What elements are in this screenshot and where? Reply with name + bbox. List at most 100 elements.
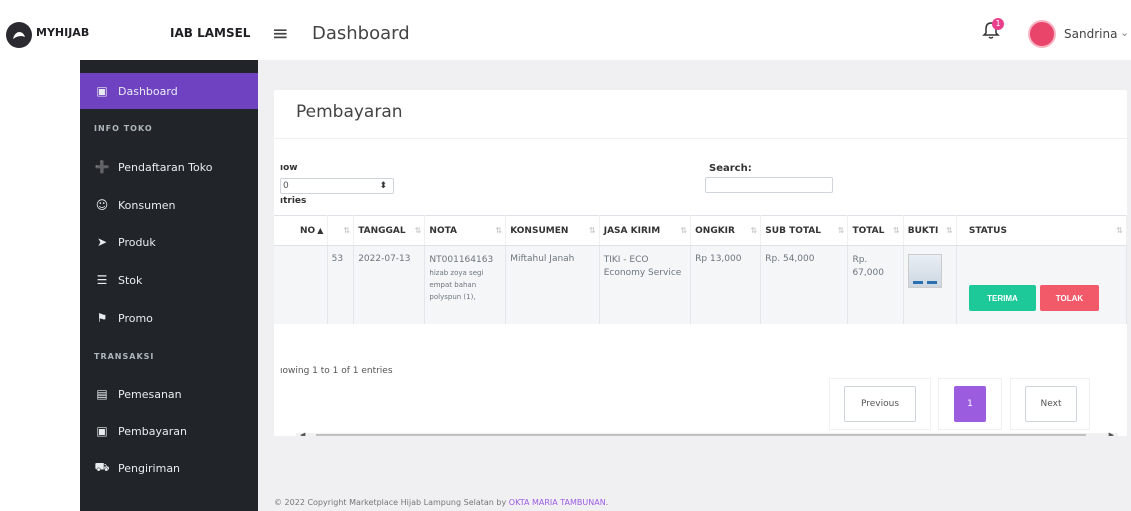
cell-id: 53 xyxy=(327,245,355,324)
sidebar-item-label: Promo xyxy=(118,311,153,325)
reject-button[interactable]: TOLAK xyxy=(1040,285,1099,311)
scrollbar-thumb[interactable] xyxy=(316,434,1086,436)
sidebar-item-pengiriman[interactable]: ⛟ Pengiriman xyxy=(80,450,258,486)
sidebar: ▣ Dashboard INFO TOKO ➕ Pendaftaran Toko… xyxy=(80,60,258,511)
scroll-left-icon[interactable]: ◀ xyxy=(300,431,305,436)
sidebar-item-konsumen[interactable]: ☺ Konsumen xyxy=(80,187,258,223)
notification-badge: 1 xyxy=(992,18,1004,30)
footer-suffix: . xyxy=(605,498,609,507)
page-title: Dashboard xyxy=(312,23,410,44)
pagination-current-wrap: 1 xyxy=(938,378,1002,430)
promo-icon: ⚑ xyxy=(96,311,108,325)
sidebar-item-promo[interactable]: ⚑ Promo xyxy=(80,300,258,336)
footer: © 2022 Copyright Marketplace Hijab Lampu… xyxy=(274,498,608,507)
sort-icon: ⇅ xyxy=(680,226,688,235)
sort-icon: ⇅ xyxy=(750,226,758,235)
cell-nota: NT001164163 hizab zoya segi empat bahan … xyxy=(424,245,507,324)
id-card-icon: ▣ xyxy=(96,84,108,98)
sort-icon: ⇅ xyxy=(343,226,351,235)
nota-id: NT001164163 xyxy=(429,255,494,265)
horizontal-scrollbar[interactable]: ◀ ▶ xyxy=(296,431,1118,436)
column-header-sub-total[interactable]: SUB TOTAL ⇅ xyxy=(760,215,849,246)
user-name[interactable]: Sandrina xyxy=(1064,27,1117,41)
sort-asc-icon: ▲ xyxy=(317,225,324,235)
sidebar-item-stok[interactable]: ☰ Stok xyxy=(80,262,258,298)
divider xyxy=(274,138,1127,139)
column-header-bukti[interactable]: BUKTI ⇅ xyxy=(903,215,957,246)
column-header-no[interactable]: NO ▲ xyxy=(274,215,328,246)
sidebar-item-pemesanan[interactable]: ▤ Pemesanan xyxy=(80,376,258,412)
column-header-konsumen[interactable]: KONSUMEN ⇅ xyxy=(505,215,600,246)
sidebar-section-transaksi: TRANSAKSI xyxy=(94,352,155,361)
sidebar-section-info-toko: INFO TOKO xyxy=(94,124,153,133)
brand-name-suffix: IAB LAMSEL xyxy=(170,26,251,40)
cell-konsumen: Miftahul Janah xyxy=(505,245,600,324)
notification-bell-icon[interactable]: 1 xyxy=(982,18,1006,45)
receipt-image-icon[interactable] xyxy=(907,254,942,288)
sidebar-item-label: Konsumen xyxy=(118,198,176,212)
chevron-down-icon[interactable]: ⌄ xyxy=(1120,26,1129,39)
entries-select-value: 0 xyxy=(283,181,289,191)
footer-text: © 2022 Copyright Marketplace Hijab Lampu… xyxy=(274,498,509,507)
sidebar-item-dashboard[interactable]: ▣ Dashboard xyxy=(80,73,258,109)
entries-select[interactable]: 0 ⬍ xyxy=(280,178,394,194)
sort-icon: ⇅ xyxy=(1116,226,1123,235)
cell-jasa-kirim: TIKI - ECO Economy Service xyxy=(599,245,692,324)
show-label: ıow xyxy=(280,163,298,173)
sidebar-item-label: Pemesanan xyxy=(118,387,182,401)
pagination-next-button[interactable]: Next xyxy=(1025,386,1077,422)
sidebar-item-label: Pembayaran xyxy=(118,424,187,438)
scroll-right-icon[interactable]: ▶ xyxy=(1109,431,1114,436)
pagination-next-wrap: Next xyxy=(1010,378,1090,430)
search-input[interactable] xyxy=(705,177,833,193)
pagination-previous-button[interactable]: Previous xyxy=(844,386,916,422)
pagination-page-1[interactable]: 1 xyxy=(954,386,986,422)
sidebar-item-pembayaran[interactable]: ▣ Pembayaran xyxy=(80,413,258,449)
brand-name[interactable]: MYHIJAB xyxy=(36,26,89,39)
column-header-jasa-kirim[interactable]: JASA KIRIM ⇅ xyxy=(599,215,692,246)
pagination-previous-wrap: Previous xyxy=(829,378,931,430)
hamburger-menu-icon[interactable]: ≡ xyxy=(272,23,289,43)
column-header-tanggal[interactable]: TANGGAL ⇅ xyxy=(353,215,426,246)
entries-label: ıtries xyxy=(280,196,307,206)
sort-icon: ⇅ xyxy=(495,226,503,235)
user-plus-icon: ➕ xyxy=(94,160,110,174)
product-add-icon: ➤ xyxy=(96,235,108,249)
cell-total: Rp. 67,000 xyxy=(847,245,904,324)
card-title: Pembayaran xyxy=(296,102,403,122)
table-info: ıowing 1 to 1 of 1 entries xyxy=(280,366,393,376)
sort-icon: ⇅ xyxy=(946,226,953,235)
sidebar-item-produk[interactable]: ➤ Produk xyxy=(80,224,258,260)
order-list-icon: ▤ xyxy=(96,387,108,401)
avatar[interactable] xyxy=(1028,20,1056,48)
column-header-nota[interactable]: NOTA ⇅ xyxy=(424,215,507,246)
users-icon: ☺ xyxy=(95,198,109,212)
brand-logo-icon xyxy=(6,22,32,48)
cell-no xyxy=(274,245,328,324)
column-header-total[interactable]: TOTAL ⇅ xyxy=(847,215,904,246)
table-header-row: NO ▲ ⇅ TANGGAL ⇅ NOTA ⇅ KONSUMEN ⇅ JASA KIRI… xyxy=(274,215,1127,246)
cell-bukti xyxy=(903,245,957,324)
sidebar-item-label: Pendaftaran Toko xyxy=(118,160,213,174)
column-header-ongkir[interactable]: ONGKIR ⇅ xyxy=(690,215,762,246)
sort-icon: ⇅ xyxy=(893,226,900,235)
column-header-status[interactable]: STATUS ⇅ xyxy=(956,215,1127,246)
footer-author-link[interactable]: OKTA MARIA TAMBUNAN xyxy=(509,498,606,507)
cell-tanggal: 2022-07-13 xyxy=(353,245,426,324)
truck-icon: ⛟ xyxy=(94,460,110,474)
sort-icon: ⇅ xyxy=(414,226,422,235)
list-icon: ☰ xyxy=(96,273,108,287)
sidebar-item-pendaftaran-toko[interactable]: ➕ Pendaftaran Toko xyxy=(80,149,258,185)
sidebar-item-label: Pengiriman xyxy=(118,461,181,475)
column-header-id[interactable]: ⇅ xyxy=(327,215,355,246)
cell-sub-total: Rp. 54,000 xyxy=(760,245,849,324)
app-root: MYHIJAB IAB LAMSEL ≡ Dashboard 1 Sandrin… xyxy=(0,0,1131,511)
sidebar-item-label: Stok xyxy=(118,273,143,287)
nota-description: hizab zoya segi empat bahan polyspun (1)… xyxy=(429,269,484,301)
sidebar-item-label: Produk xyxy=(118,235,156,249)
accept-button[interactable]: TERIMA xyxy=(969,285,1036,311)
cell-ongkir: Rp 13,000 xyxy=(690,245,762,324)
sort-icon: ⇅ xyxy=(837,226,845,235)
search-label: Search: xyxy=(709,163,752,174)
sidebar-item-label: Dashboard xyxy=(118,84,178,98)
